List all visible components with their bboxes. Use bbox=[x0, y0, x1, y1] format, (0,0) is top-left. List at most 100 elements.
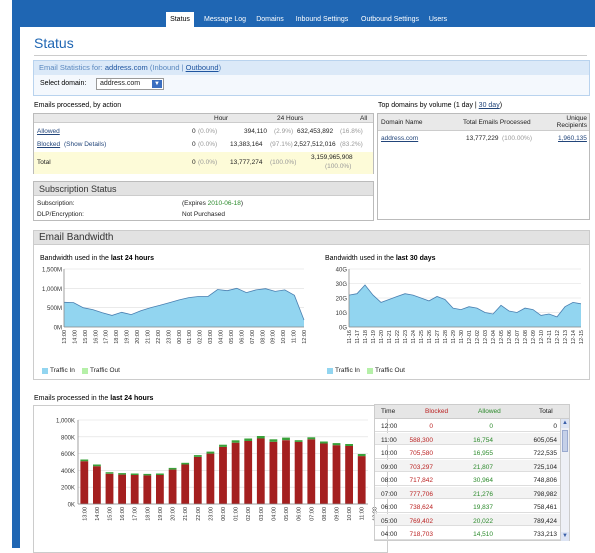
allowed-bar bbox=[181, 462, 190, 465]
blocked-all: 2,527,512,016 bbox=[294, 141, 336, 148]
allowed-bar bbox=[93, 464, 101, 467]
col-domain-name: Domain Name bbox=[381, 119, 423, 126]
top-domains-table: Domain Name Total Emails Processed Uniqu… bbox=[377, 113, 590, 220]
x-tick-label: 21:00 bbox=[146, 330, 152, 344]
x-tick-label: 16:00 bbox=[120, 507, 126, 521]
x-tick-label: 21:00 bbox=[183, 507, 189, 521]
chevron-down-icon[interactable]: ▼ bbox=[152, 80, 162, 88]
allowed-hour-pct: (0.0%) bbox=[198, 128, 218, 135]
top-domains-close: ) bbox=[499, 102, 503, 109]
x-tick-label: 22:00 bbox=[156, 330, 162, 344]
outbound-link[interactable]: Outbound bbox=[186, 63, 219, 72]
page-title: Status bbox=[34, 35, 74, 51]
table-scrollbar[interactable]: ▲ ▼ bbox=[560, 419, 569, 541]
y-tick-label: 600K bbox=[61, 452, 75, 458]
x-tick-label: 12-11 bbox=[547, 330, 553, 344]
x-tick-label: 06:00 bbox=[239, 330, 245, 344]
x-tick-label: 07:00 bbox=[250, 330, 256, 344]
blocked-bar bbox=[345, 446, 353, 504]
table-header: Domain Name Total Emails Processed Uniqu… bbox=[378, 114, 589, 131]
blocked-bar bbox=[269, 441, 278, 504]
x-tick-label: 12-02 bbox=[475, 330, 481, 344]
tab-users[interactable]: Users bbox=[426, 12, 450, 27]
domain-unique-link[interactable]: 1,960,135 bbox=[558, 135, 587, 142]
allowed-bar bbox=[80, 459, 89, 462]
cell-total: 722,535 bbox=[533, 450, 558, 457]
x-tick-label: 12-10 bbox=[539, 330, 545, 344]
x-tick-label: 11-27 bbox=[435, 330, 441, 344]
domain-pct: (100.00%) bbox=[502, 135, 532, 142]
blocked-bar bbox=[130, 475, 139, 504]
x-tick-label: 12-15 bbox=[579, 330, 585, 344]
allowed-bar bbox=[332, 443, 341, 446]
bw-24h-prefix: Bandwidth used in the bbox=[40, 255, 111, 262]
bw-24h-bold: last 24 hours bbox=[110, 255, 155, 262]
top-domains-30day-link[interactable]: 30 day bbox=[479, 102, 500, 109]
cell-total: 0 bbox=[553, 423, 557, 430]
blocked-all-pct: (83.2%) bbox=[340, 141, 363, 148]
processed-24h-panel: 0K 200K 400K 600K 800K 1,000K 13:00 14:00 15:00 1… bbox=[33, 405, 388, 553]
table-row: 12:00 0 0 0 bbox=[375, 419, 560, 432]
x-tick-label: 22:00 bbox=[196, 507, 202, 521]
col-allowed: Allowed bbox=[478, 408, 501, 415]
blocked-bar bbox=[118, 474, 126, 504]
total-hour-pct: (0.0%) bbox=[198, 159, 218, 166]
x-tick-label: 12-01 bbox=[467, 330, 473, 344]
bw-30d-prefix: Bandwidth used in the bbox=[325, 255, 396, 262]
domain-link[interactable]: address.com bbox=[381, 135, 418, 142]
show-details-link[interactable]: (Show Details) bbox=[64, 141, 106, 148]
x-tick-label: 02:00 bbox=[246, 507, 252, 521]
y-tick-label: 0K bbox=[68, 503, 75, 509]
x-tick-label: 03:00 bbox=[259, 507, 265, 521]
processed-by-action-title: Emails processed, by action bbox=[34, 102, 122, 109]
blocked-bar bbox=[294, 441, 303, 504]
x-tick-label: 08:00 bbox=[260, 330, 266, 344]
x-tick-label: 11:00 bbox=[292, 330, 298, 343]
x-tick-label: 00:00 bbox=[221, 507, 227, 521]
blocked-bar bbox=[143, 475, 152, 504]
x-tick-label: 12-05 bbox=[499, 330, 505, 344]
domain-select[interactable]: address.com ▼ bbox=[96, 78, 164, 90]
x-tick-label: 11-25 bbox=[419, 330, 425, 344]
subscription-suffix: ) bbox=[240, 200, 244, 207]
blocked-bar bbox=[219, 446, 227, 504]
bw-30d-bold: last 30 days bbox=[395, 255, 436, 262]
allowed-bar bbox=[256, 436, 265, 439]
tab-message-log[interactable]: Message Log bbox=[199, 12, 251, 27]
top-domains-1day[interactable]: 1 day bbox=[456, 102, 473, 109]
x-tick-label: 16:00 bbox=[93, 330, 99, 344]
x-tick-label: 17:00 bbox=[133, 507, 139, 521]
table-row: Total 0 (0.0%) 13,777,274 (100.0%) 3,159… bbox=[34, 152, 373, 174]
y-tick-label: 1,000M bbox=[42, 287, 62, 293]
y-tick-label: 1,500M bbox=[42, 268, 62, 274]
x-tick-label: 00:00 bbox=[177, 330, 183, 344]
blocked-hour-pct: (0.0%) bbox=[198, 141, 218, 148]
bw-24h-label: Bandwidth used in the last 24 hours bbox=[40, 255, 154, 262]
x-tick-label: 20:00 bbox=[135, 330, 141, 344]
scroll-down-icon[interactable]: ▼ bbox=[561, 532, 569, 541]
allowed-bar bbox=[269, 439, 278, 442]
subscription-label: Subscription: bbox=[37, 200, 75, 207]
allowed-bar bbox=[118, 473, 126, 475]
traffic-out-legend: Traffic Out bbox=[90, 367, 120, 374]
y-tick-label: 30G bbox=[336, 282, 348, 288]
allowed-bar bbox=[206, 451, 215, 454]
subscription-prefix: (Expires bbox=[182, 200, 208, 207]
blocked-link[interactable]: Blocked bbox=[37, 141, 60, 148]
scroll-up-icon[interactable]: ▲ bbox=[561, 419, 569, 428]
tab-status[interactable]: Status bbox=[166, 12, 194, 27]
allowed-bar bbox=[105, 472, 114, 474]
traffic-in-swatch bbox=[327, 368, 333, 374]
allowed-link[interactable]: Allowed bbox=[37, 128, 60, 135]
x-tick-label: 12:00 bbox=[302, 330, 308, 344]
scroll-thumb[interactable] bbox=[562, 430, 568, 452]
blocked-bar bbox=[105, 473, 114, 504]
col-24-hours: 24 Hours bbox=[277, 115, 304, 122]
tab-inbound-settings[interactable]: Inbound Settings bbox=[291, 12, 353, 27]
tab-outbound-settings[interactable]: Outbound Settings bbox=[357, 12, 423, 27]
tab-domains[interactable]: Domains bbox=[253, 12, 287, 27]
x-tick-label: 11-17 bbox=[355, 330, 361, 344]
email-stats-close: ) bbox=[218, 63, 222, 72]
blocked-bar bbox=[168, 469, 177, 504]
table-row: 06:00 738,624 19,837 758,461 bbox=[375, 500, 560, 513]
